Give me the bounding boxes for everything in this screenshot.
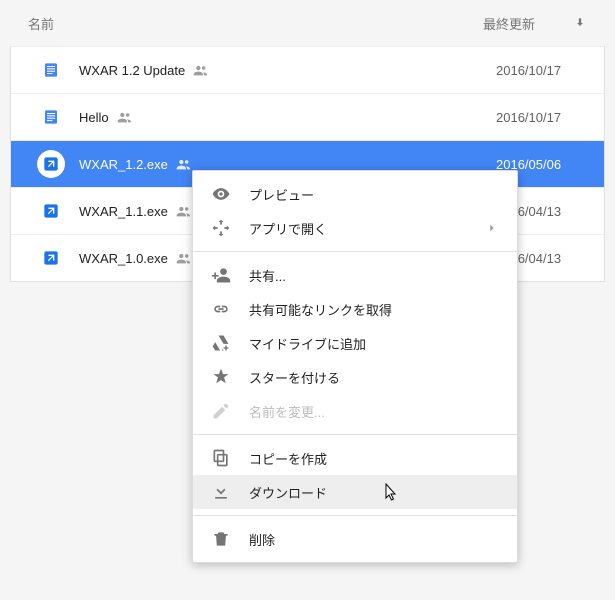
- menu-label: ダウンロード: [249, 483, 499, 502]
- file-row[interactable]: WXAR 1.2 Update 2016/10/17: [11, 46, 604, 93]
- file-name-text: WXAR_1.1.exe: [79, 204, 168, 219]
- file-name: Hello: [79, 110, 496, 125]
- eye-icon: [211, 184, 231, 204]
- sort-arrow-down-icon[interactable]: [573, 16, 597, 30]
- file-name-text: Hello: [79, 110, 109, 125]
- menu-label: マイドライブに追加: [249, 334, 499, 353]
- menu-share[interactable]: 共有...: [193, 258, 517, 292]
- shared-icon: [193, 64, 209, 76]
- shared-icon: [176, 205, 192, 217]
- pencil-icon: [211, 401, 231, 421]
- exe-file-icon: [37, 197, 65, 225]
- shared-icon: [176, 158, 192, 170]
- menu-label: 名前を変更...: [249, 402, 499, 421]
- menu-preview[interactable]: プレビュー: [193, 177, 517, 211]
- link-icon: [211, 299, 231, 319]
- menu-label: 共有...: [249, 266, 499, 285]
- document-icon: [37, 103, 65, 131]
- menu-label: プレビュー: [249, 185, 499, 204]
- document-icon: [37, 56, 65, 84]
- trash-icon: [211, 529, 231, 549]
- menu-star[interactable]: スターを付ける: [193, 360, 517, 394]
- file-name-text: WXAR 1.2 Update: [79, 63, 185, 78]
- drive-add-icon: [211, 333, 231, 353]
- person-add-icon: [211, 265, 231, 285]
- file-row[interactable]: Hello 2016/10/17: [11, 93, 604, 140]
- menu-separator: [193, 515, 517, 516]
- menu-open-with[interactable]: アプリで開く: [193, 211, 517, 245]
- star-icon: [211, 367, 231, 387]
- column-name[interactable]: 名前: [28, 14, 483, 33]
- menu-separator: [193, 251, 517, 252]
- menu-label: 削除: [249, 530, 499, 549]
- menu-make-copy[interactable]: コピーを作成: [193, 441, 517, 475]
- file-date: 2016/10/17: [496, 110, 586, 125]
- menu-label: アプリで開く: [249, 219, 485, 238]
- file-name-text: WXAR_1.0.exe: [79, 251, 168, 266]
- chevron-right-icon: [485, 221, 499, 235]
- menu-get-link[interactable]: 共有可能なリンクを取得: [193, 292, 517, 326]
- list-header: 名前 最終更新: [0, 0, 615, 46]
- context-menu: プレビュー アプリで開く 共有... 共有可能なリンクを取得 マイドライブに追加…: [192, 170, 518, 563]
- menu-rename: 名前を変更...: [193, 394, 517, 428]
- open-with-icon: [211, 218, 231, 238]
- exe-file-icon: [37, 150, 65, 178]
- file-date: 2016/10/17: [496, 63, 586, 78]
- shared-icon: [176, 252, 192, 264]
- copy-icon: [211, 448, 231, 468]
- menu-delete[interactable]: 削除: [193, 522, 517, 556]
- menu-download[interactable]: ダウンロード: [193, 475, 517, 509]
- menu-label: 共有可能なリンクを取得: [249, 300, 499, 319]
- exe-file-icon: [37, 244, 65, 272]
- menu-label: コピーを作成: [249, 449, 499, 468]
- menu-separator: [193, 434, 517, 435]
- menu-add-to-drive[interactable]: マイドライブに追加: [193, 326, 517, 360]
- download-icon: [211, 482, 231, 502]
- file-name-text: WXAR_1.2.exe: [79, 157, 168, 172]
- column-date[interactable]: 最終更新: [483, 14, 573, 33]
- file-name: WXAR 1.2 Update: [79, 63, 496, 78]
- shared-icon: [117, 111, 133, 123]
- menu-label: スターを付ける: [249, 368, 499, 387]
